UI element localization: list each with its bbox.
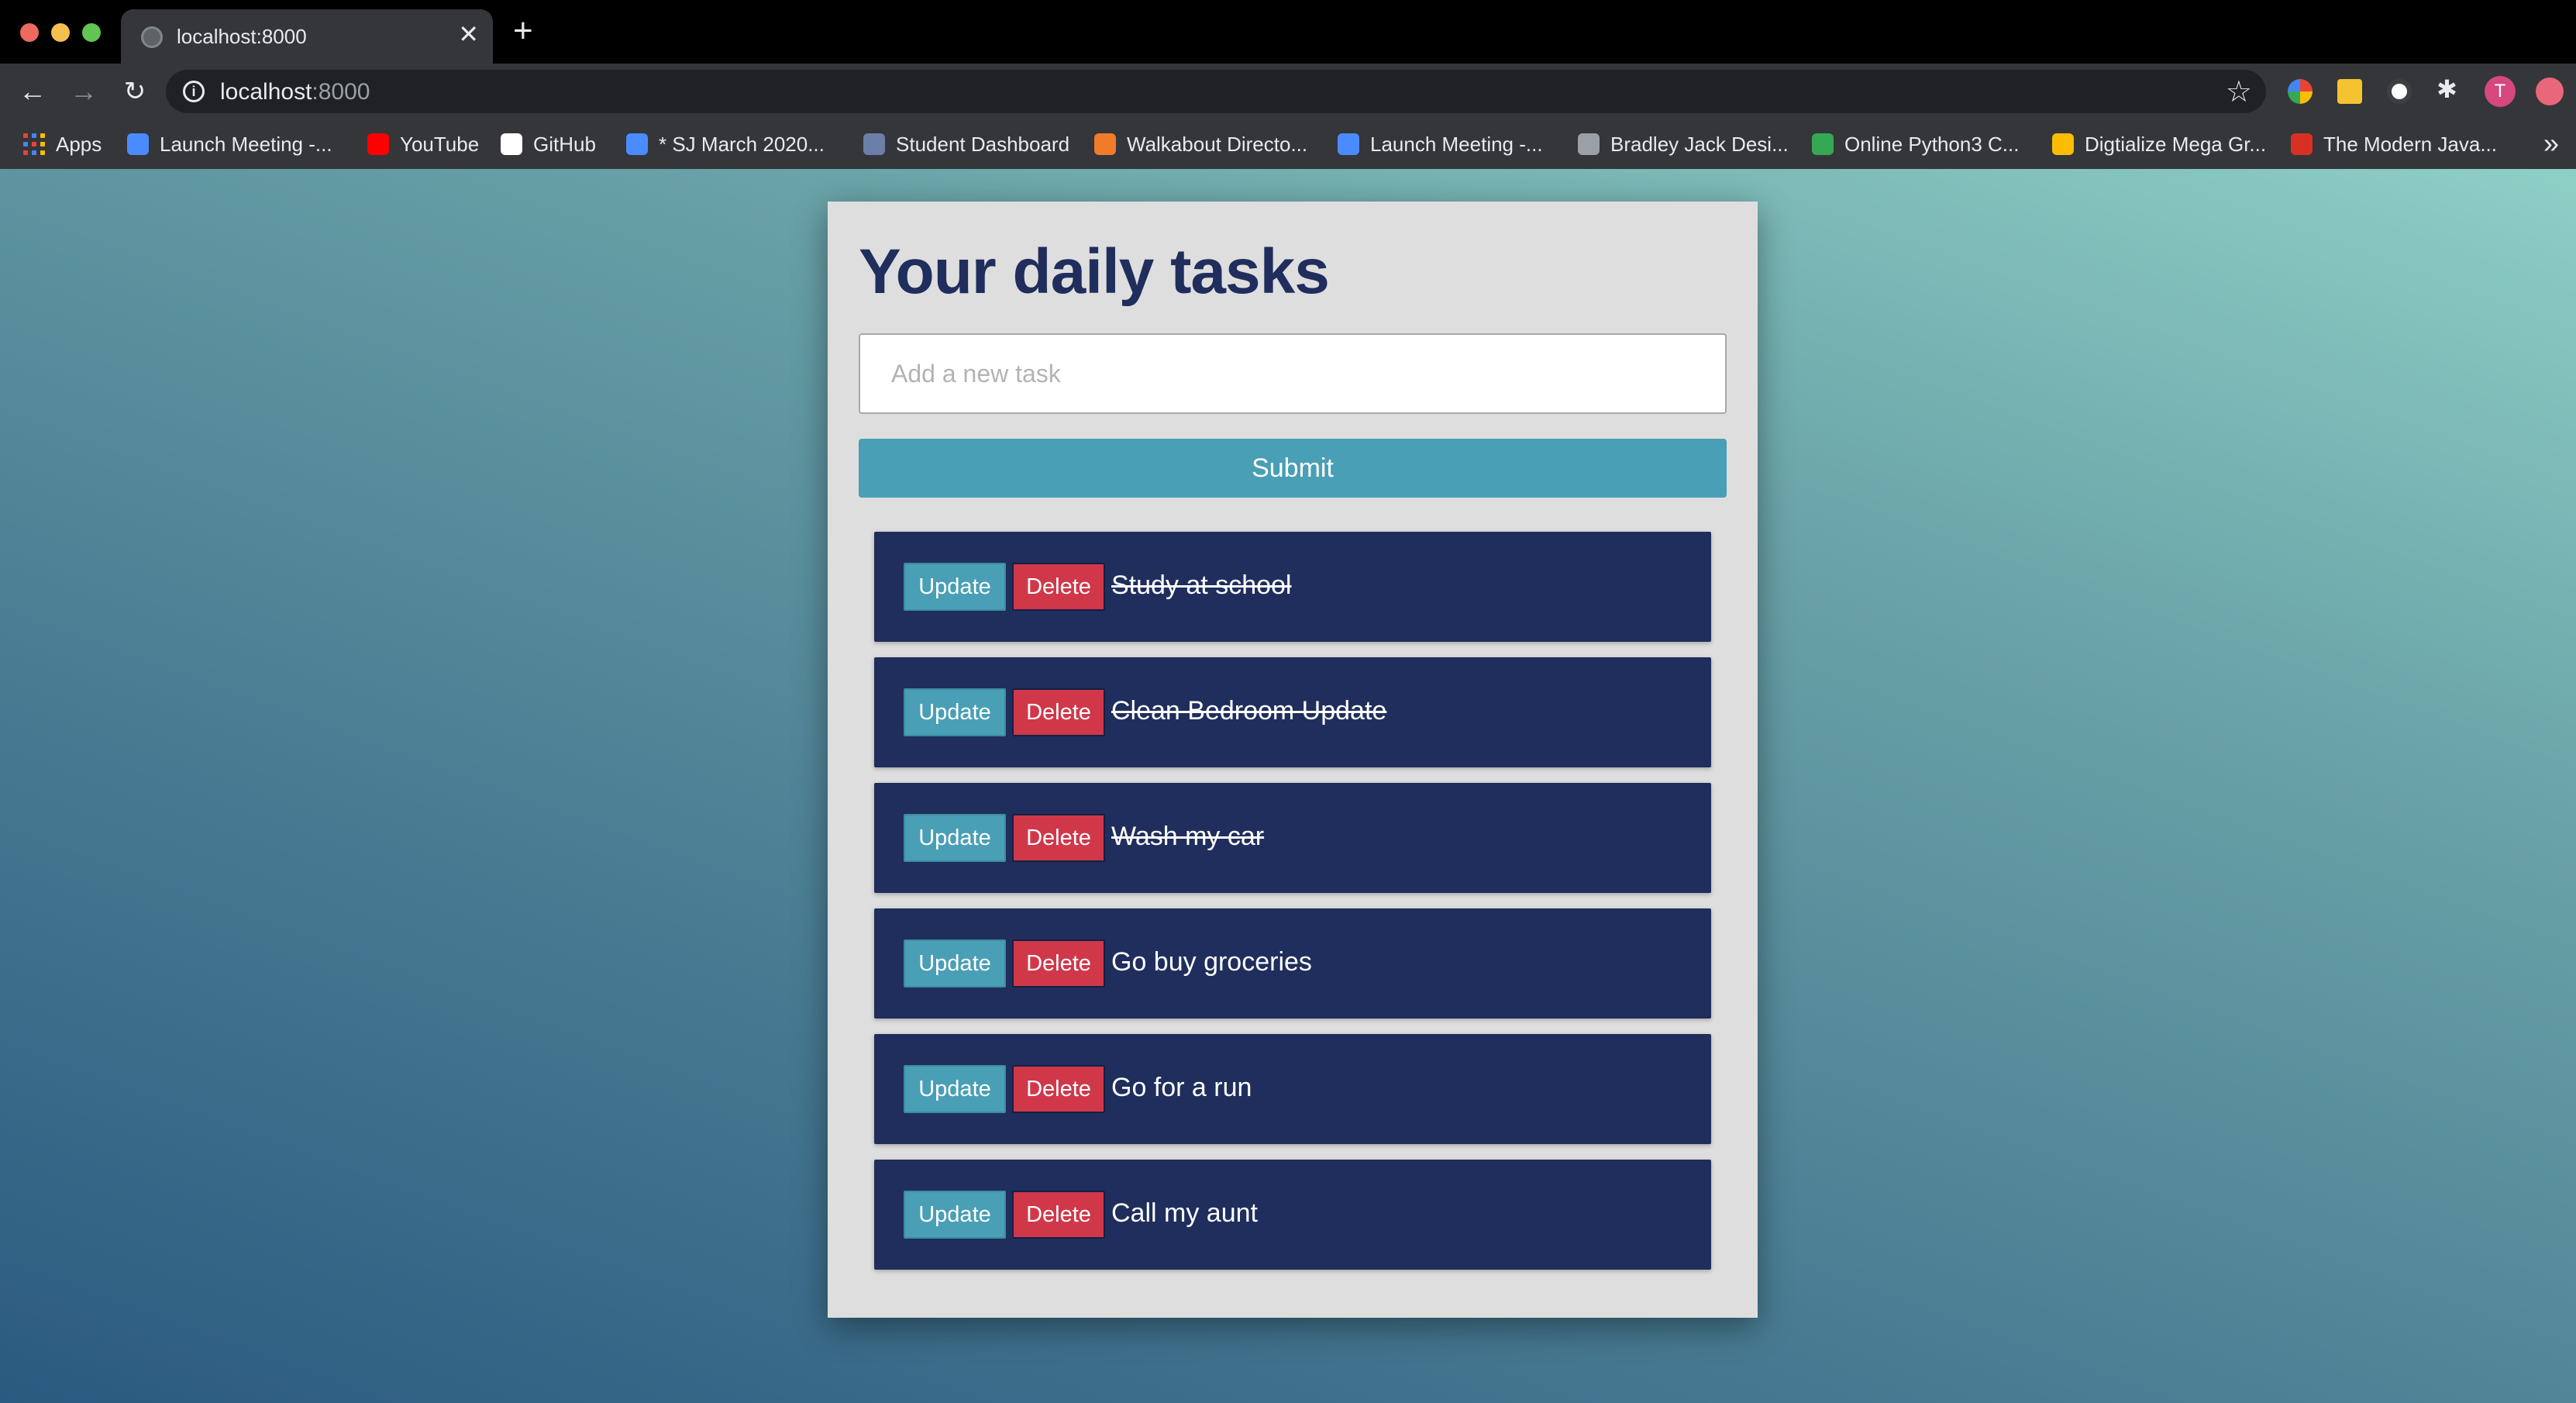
bookmark-label: Student Dashboard: [896, 132, 1070, 156]
url-port: :8000: [312, 79, 370, 105]
tab-title: localhost:8000: [177, 25, 307, 48]
walkabout-icon: [1094, 133, 1116, 155]
forward-arrow-icon[interactable]: →: [65, 73, 102, 110]
update-button[interactable]: Update: [904, 939, 1006, 988]
delete-button[interactable]: Delete: [1012, 814, 1105, 862]
github-icon: [501, 133, 522, 155]
browser-toolbar: ← → ↻ i localhost:8000 ☆ ✱ T: [0, 64, 2576, 119]
globe-icon: [141, 26, 163, 48]
bookmark-label: Walkabout Directo...: [1127, 132, 1308, 156]
zoom-icon: [127, 133, 149, 155]
delete-button[interactable]: Delete: [1012, 688, 1105, 736]
bookmarks-bar: » Apps Launch Meeting -... YouTube GitHub * …: [0, 119, 2576, 169]
bookmark-item[interactable]: The Modern Java...: [2291, 130, 2497, 158]
bookmark-item[interactable]: Bradley Jack Desi...: [1578, 130, 1789, 158]
delete-button[interactable]: Delete: [1012, 1191, 1105, 1239]
bookmark-label: The Modern Java...: [2323, 132, 2497, 156]
bookmark-label: GitHub: [533, 132, 596, 156]
bookmark-star-icon[interactable]: ☆: [2226, 74, 2252, 109]
task-text[interactable]: Go for a run: [1111, 1073, 1252, 1103]
new-task-input[interactable]: [859, 333, 1727, 414]
browser-tab[interactable]: localhost:8000 ✕: [121, 9, 493, 64]
bookmark-item[interactable]: Launch Meeting -...: [1338, 130, 1543, 158]
page-viewport: Your daily tasks Submit UpdateDeleteStud…: [0, 169, 2576, 1403]
bookmark-item[interactable]: Apps: [23, 130, 102, 158]
update-button[interactable]: Update: [904, 814, 1006, 862]
bookmark-label: Digtialize Mega Gr...: [2085, 132, 2267, 156]
bookmark-label: Apps: [56, 132, 102, 156]
close-tab-icon[interactable]: ✕: [458, 22, 479, 47]
tab-strip: localhost:8000 ✕ +: [0, 0, 2576, 64]
task-text[interactable]: Study at school: [1111, 571, 1291, 601]
google-drive-icon: [2052, 133, 2074, 155]
task-item: Update Delete Study at school: [874, 532, 1711, 642]
bookmark-item[interactable]: * SJ March 2020...: [626, 130, 825, 158]
apps-grid-icon: [23, 133, 45, 155]
task-text[interactable]: Clean Bedroom Update: [1111, 696, 1386, 726]
task-text[interactable]: Go buy groceries: [1111, 947, 1312, 977]
update-button[interactable]: Update: [904, 1065, 1006, 1113]
yellow-extension-icon[interactable]: [2337, 79, 2362, 104]
reload-icon[interactable]: ↻: [116, 73, 153, 110]
close-window-button[interactable]: [20, 23, 39, 42]
delete-button[interactable]: Delete: [1012, 939, 1105, 988]
task-item: Update Delete Call my aunt: [874, 1160, 1711, 1270]
puzzle-extensions-icon[interactable]: ✱: [2437, 74, 2461, 103]
delete-button[interactable]: Delete: [1012, 1065, 1105, 1113]
bookmark-item[interactable]: Launch Meeting -...: [127, 130, 332, 158]
task-list: Update Delete Study at school Update Delete C…: [874, 532, 1711, 1285]
url-host: localhost: [220, 79, 312, 105]
bookmark-item[interactable]: Walkabout Directo...: [1094, 130, 1307, 158]
bookmark-label: * SJ March 2020...: [659, 132, 825, 156]
refresh-circle-icon: [626, 133, 648, 155]
bookmark-item[interactable]: Student Dashboard: [863, 130, 1069, 158]
profile-avatar[interactable]: T: [2485, 76, 2516, 107]
minimize-window-button[interactable]: [51, 23, 70, 42]
dashboard-icon: [863, 133, 885, 155]
back-arrow-icon[interactable]: ←: [14, 73, 51, 110]
bookmark-label: Online Python3 C...: [1844, 132, 2020, 156]
bookmark-label: Bradley Jack Desi...: [1610, 132, 1789, 156]
task-item: Update Delete Go buy groceries: [874, 908, 1711, 1019]
code-icon: [1812, 133, 1834, 155]
maximize-window-button[interactable]: [82, 23, 101, 42]
youtube-icon: [367, 133, 389, 155]
task-item: Update Delete Clean Bedroom Update: [874, 657, 1711, 767]
new-tab-button[interactable]: +: [513, 14, 533, 48]
color-picker-extension-icon[interactable]: [2288, 79, 2313, 104]
bookmark-item[interactable]: GitHub: [501, 130, 596, 158]
bookmark-label: Launch Meeting -...: [160, 132, 332, 156]
task-text[interactable]: Wash my car: [1111, 822, 1264, 852]
info-icon[interactable]: i: [183, 81, 205, 102]
update-button[interactable]: Update: [904, 1191, 1006, 1239]
bookmark-item[interactable]: Online Python3 C...: [1812, 130, 2019, 158]
delete-button[interactable]: Delete: [1012, 563, 1105, 611]
task-item: Update Delete Wash my car: [874, 783, 1711, 893]
url-text[interactable]: localhost:8000: [220, 79, 370, 105]
submit-button[interactable]: Submit: [859, 439, 1727, 498]
bookmark-label: Launch Meeting -...: [1370, 132, 1543, 156]
bookmark-item[interactable]: Digtialize Mega Gr...: [2052, 130, 2266, 158]
bookmark-item[interactable]: YouTube: [367, 130, 479, 158]
task-card: Your daily tasks Submit UpdateDeleteStud…: [828, 202, 1758, 1318]
update-button[interactable]: Update: [904, 563, 1006, 611]
javascript-icon: [2291, 133, 2313, 155]
bookmark-label: YouTube: [400, 132, 480, 156]
task-item: Update Delete Go for a run: [874, 1034, 1711, 1144]
task-text[interactable]: Call my aunt: [1111, 1198, 1258, 1229]
more-bookmarks-icon[interactable]: »: [2543, 127, 2559, 160]
circle-extension-icon[interactable]: [2387, 79, 2412, 104]
bradley-icon: [1578, 133, 1600, 155]
update-button[interactable]: Update: [904, 688, 1006, 736]
zoom-icon: [1338, 133, 1359, 155]
page-title: Your daily tasks: [859, 236, 1330, 307]
address-bar[interactable]: i localhost:8000 ☆: [166, 70, 2266, 113]
pink-extension-icon[interactable]: [2536, 78, 2564, 105]
